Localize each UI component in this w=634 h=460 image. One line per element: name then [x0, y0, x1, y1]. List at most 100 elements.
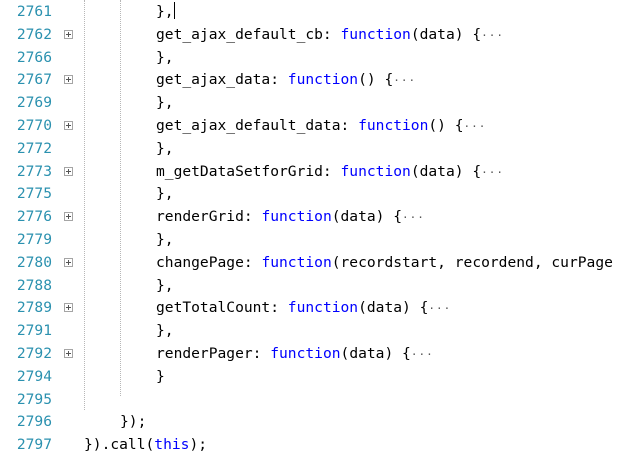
- method-params: (data) {: [331, 208, 403, 226]
- code-text: renderGrid: function(data) {···: [156, 206, 425, 230]
- text-cursor: [173, 2, 175, 19]
- keyword: function: [287, 299, 359, 317]
- line-number: 2773: [16, 162, 52, 180]
- code-line[interactable]: 2767 get_ajax_data: function() {···: [0, 69, 634, 92]
- code-text: },: [156, 320, 174, 343]
- code-text: }).call(this);: [84, 434, 207, 457]
- code-fragment: },: [156, 276, 174, 294]
- code-line[interactable]: 2766},: [0, 47, 634, 70]
- code-fragment: },: [156, 94, 174, 112]
- code-text: },: [156, 275, 174, 298]
- code-line[interactable]: 2762 get_ajax_default_cb: function(data) …: [0, 24, 634, 47]
- method-params: (data) {: [340, 345, 411, 362]
- code-line[interactable]: 2770 get_ajax_default_data: function() {·…: [0, 115, 634, 138]
- code-line[interactable]: 2775},: [0, 183, 634, 206]
- code-line[interactable]: 2797 }).call(this);: [0, 434, 634, 457]
- code-text: },: [156, 138, 174, 161]
- expand-fold-icon[interactable]: [64, 121, 73, 130]
- code-text: m_getDataSetforGrid: function(data) {···: [156, 161, 504, 185]
- line-number: 2796: [16, 413, 52, 431]
- code-line[interactable]: 2789 getTotalCount: function(data) {···: [0, 297, 634, 320]
- line-number: 2762: [16, 25, 52, 43]
- line-number: 2797: [16, 436, 52, 454]
- code-fragment: },: [156, 139, 174, 157]
- code-line[interactable]: 2794}: [0, 366, 634, 389]
- collapsed-region-marker[interactable]: ···: [402, 211, 425, 224]
- method-name: renderGrid:: [156, 208, 262, 226]
- expand-fold-icon[interactable]: [64, 303, 73, 313]
- code-line[interactable]: 2792 renderPager: function(data) {···: [0, 343, 634, 366]
- keyword: function: [261, 208, 332, 226]
- code-fragment: },: [156, 231, 174, 248]
- code-line[interactable]: 2776 renderGrid: function(data) {···: [0, 206, 634, 229]
- code-fragment: },: [156, 3, 174, 20]
- method-params: () {: [428, 117, 464, 134]
- code-fragment: },: [156, 322, 174, 340]
- code-text: });: [120, 411, 146, 434]
- method-name: get_ajax_default_cb:: [156, 25, 341, 43]
- code-line[interactable]: 2772},: [0, 138, 634, 161]
- code-line[interactable]: 2779},: [0, 229, 634, 252]
- method-params: (data) {: [358, 299, 429, 317]
- code-fragment: },: [156, 185, 174, 203]
- expand-fold-icon[interactable]: [64, 257, 73, 267]
- line-number: 2779: [16, 231, 52, 248]
- method-name: getTotalCount:: [156, 299, 288, 317]
- method-name: renderPager:: [156, 345, 271, 362]
- line-number: 2789: [16, 299, 52, 317]
- code-line[interactable]: 2791},: [0, 320, 634, 343]
- method-name: m_getDataSetforGrid:: [156, 162, 341, 180]
- method-params: () {: [358, 71, 394, 89]
- collapsed-region-marker[interactable]: ···: [481, 166, 504, 179]
- line-number: 2772: [16, 139, 52, 157]
- code-line[interactable]: 2773 m_getDataSetforGrid: function(data) …: [0, 161, 634, 184]
- line-number: 2761: [16, 3, 52, 20]
- code-fragment: });: [120, 413, 147, 431]
- collapsed-region-marker[interactable]: ···: [464, 120, 487, 133]
- keyword: function: [358, 117, 429, 134]
- code-text: changePage: function(recordstart, record…: [156, 252, 613, 275]
- code-fragment: );: [189, 436, 208, 454]
- collapsed-region-marker[interactable]: ···: [481, 29, 504, 42]
- expand-fold-icon[interactable]: [64, 166, 73, 176]
- line-number: 2766: [16, 48, 52, 66]
- expand-fold-icon[interactable]: [64, 29, 73, 39]
- code-fragment: },: [156, 48, 174, 66]
- code-text: },: [156, 183, 174, 206]
- line-number: 2795: [16, 390, 52, 408]
- code-line[interactable]: 2761},: [0, 1, 634, 24]
- code-line[interactable]: 2788},: [0, 275, 634, 298]
- collapsed-region-marker[interactable]: ···: [428, 302, 451, 315]
- collapsed-region-marker[interactable]: ···: [393, 74, 416, 87]
- keyword: function: [340, 25, 411, 43]
- code-text: },: [156, 229, 174, 252]
- keyword: this: [154, 436, 190, 454]
- code-text: },: [156, 47, 174, 70]
- expand-fold-icon[interactable]: [64, 75, 73, 85]
- keyword: function: [340, 162, 411, 180]
- collapsed-region-marker[interactable]: ···: [411, 348, 434, 361]
- keyword: function: [261, 253, 332, 271]
- expand-fold-icon[interactable]: [64, 212, 73, 222]
- code-text: get_ajax_default_data: function() {···: [156, 115, 486, 139]
- line-number: 2770: [16, 117, 52, 134]
- method-params: (data) {: [410, 25, 482, 43]
- method-params: (data) {: [410, 162, 482, 180]
- method-params: (recordstart, recordend, curPage: [331, 253, 613, 271]
- code-text: },: [156, 92, 174, 115]
- line-number: 2792: [16, 345, 52, 362]
- method-name: get_ajax_data:: [156, 71, 288, 89]
- code-line[interactable]: 2780 changePage: function(recordstart, re…: [0, 252, 634, 275]
- line-number: 2776: [16, 208, 52, 226]
- code-text: }: [156, 366, 165, 389]
- code-text: get_ajax_data: function() {···: [156, 69, 416, 93]
- method-name: get_ajax_default_data:: [156, 117, 359, 134]
- code-text: getTotalCount: function(data) {···: [156, 297, 451, 321]
- code-text: get_ajax_default_cb: function(data) {···: [156, 24, 504, 48]
- code-line[interactable]: 2769},: [0, 92, 634, 115]
- line-number: 2769: [16, 94, 52, 112]
- code-line[interactable]: 2795: [0, 389, 634, 412]
- code-line[interactable]: 2796});: [0, 411, 634, 434]
- expand-fold-icon[interactable]: [64, 349, 73, 358]
- code-editor[interactable]: 2761}, 2762 get_ajax_default_cb: function(…: [0, 0, 634, 460]
